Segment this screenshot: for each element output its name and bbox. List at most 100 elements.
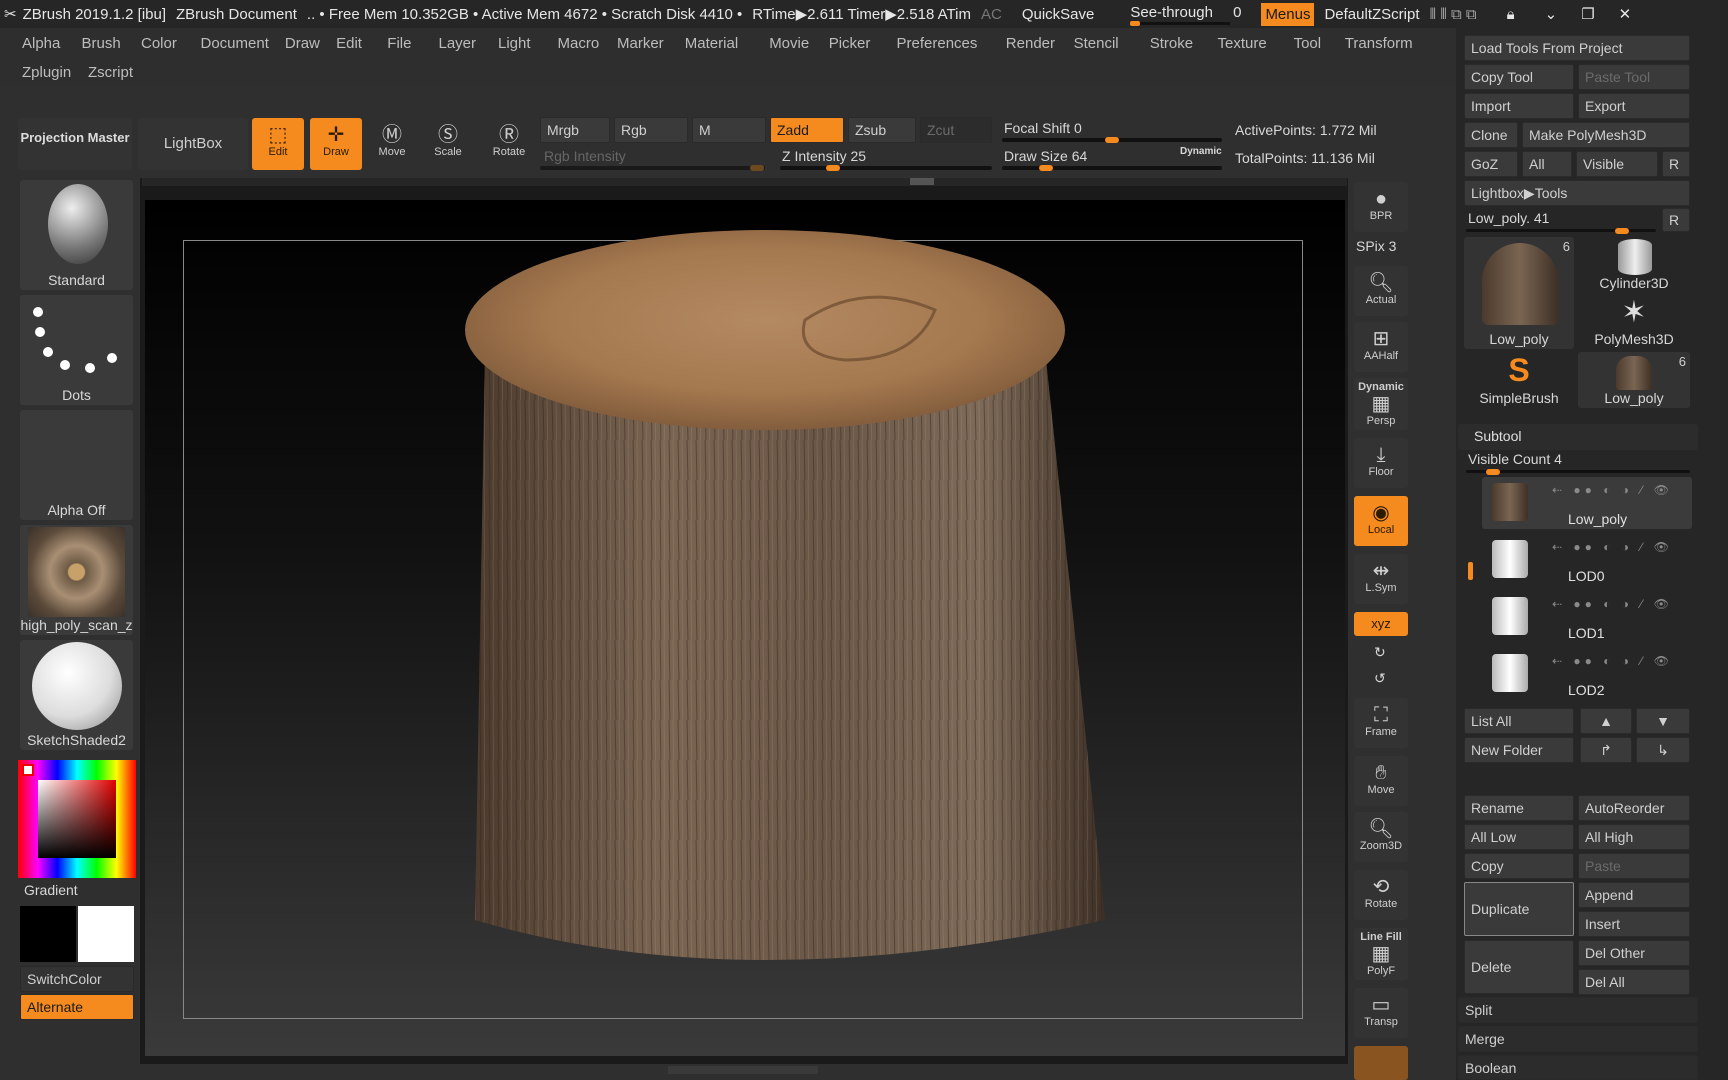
subtool-toggles-icon[interactable]: ⇠ ●● ◐ ◑ ⁄ 👁︎ [1552,654,1673,668]
merge-section[interactable]: Merge [1458,1026,1698,1052]
polyf-button[interactable]: Line Fill ▦ PolyF [1354,928,1408,980]
menu-item-preferences[interactable]: Preferences [897,35,978,52]
low-poly-r-button[interactable]: R [1662,208,1690,232]
layout-icon[interactable]: ⦀ ⦀ ⧉ ⧉ [1430,6,1477,23]
brush-thumbnail[interactable]: Standard [20,180,133,290]
menu-item-edit[interactable]: Edit [336,35,362,52]
menu-item-light[interactable]: Light [498,35,531,52]
import-button[interactable]: Import [1464,93,1574,119]
menu-item-color[interactable]: Color [141,35,177,52]
secondary-color-swatch[interactable] [78,906,134,962]
copy-subtool-button[interactable]: Copy [1464,853,1574,879]
menu-item-file[interactable]: File [387,35,411,52]
subtool-header[interactable]: Subtool [1458,424,1698,450]
autoreorder-button[interactable]: AutoReorder [1578,795,1690,821]
menu-item-stroke[interactable]: Stroke [1150,35,1193,52]
move-into-folder-icon[interactable]: ↱ [1580,737,1632,763]
menu-item-macro[interactable]: Macro [558,35,600,52]
visible-count-slider[interactable] [1466,469,1690,475]
transp-button[interactable]: ▭ Transp [1354,988,1408,1038]
split-section[interactable]: Split [1458,997,1698,1023]
primary-color-swatch[interactable] [20,906,76,962]
persp-button[interactable]: Dynamic ▦ Persp [1354,378,1408,430]
zadd-button[interactable]: Zadd [770,117,844,143]
subtool-item-lod0[interactable]: ⇠ ●● ◐ ◑ ⁄ 👁︎ LOD0 [1482,534,1692,586]
make-polymesh-button[interactable]: Make PolyMesh3D [1522,122,1690,148]
append-button[interactable]: Append [1578,882,1690,908]
focal-shift-handle[interactable] [1105,137,1119,143]
draw-button[interactable]: ✛ Draw [310,118,362,170]
load-tools-button[interactable]: Load Tools From Project [1464,35,1690,61]
lock-icon[interactable]: 🔒︎ [1507,6,1515,23]
edit-button[interactable]: ⬚ Edit [252,118,304,170]
rename-button[interactable]: Rename [1464,795,1574,821]
m-button[interactable]: M [692,117,766,143]
stroke-thumbnail[interactable]: Dots [20,295,133,405]
menu-item-stencil[interactable]: Stencil [1074,35,1119,52]
scale-mode-button[interactable]: Ⓢ Scale [424,118,472,170]
color-square[interactable] [38,780,116,858]
boolean-section[interactable]: Boolean [1458,1055,1698,1080]
tool-thumb-simplebrush[interactable]: S SimpleBrush [1464,352,1574,408]
goz-all-button[interactable]: All [1522,151,1572,177]
subtool-item-low-poly[interactable]: ⇠ ●● ◐ ◑ ⁄ 👁︎ Low_poly [1482,477,1692,529]
rgb-button[interactable]: Rgb [614,117,688,143]
bpr-button[interactable]: ● BPR [1354,182,1408,232]
rotate-mode-button[interactable]: Ⓡ Rotate [484,118,534,170]
frame-button[interactable]: ⛶ Frame [1354,698,1408,748]
actual-button[interactable]: 🔍︎ Actual [1354,266,1408,316]
menu-item-document[interactable]: Document [201,35,269,52]
lsym-button[interactable]: ⇹ L.Sym [1354,554,1408,604]
list-all-button[interactable]: List All [1464,708,1574,734]
menu-item-layer[interactable]: Layer [439,35,477,52]
visible-count-handle[interactable] [1485,469,1500,475]
tool-thumb-low-poly-2[interactable]: 6 Low_poly [1578,352,1690,408]
move-up-icon[interactable]: ▲ [1580,708,1632,734]
gradient-label[interactable]: Gradient [24,882,78,898]
subtool-item-lod1[interactable]: ⇠ ●● ◐ ◑ ⁄ 👁︎ LOD1 [1482,591,1692,643]
goz-visible-button[interactable]: Visible [1576,151,1658,177]
clone-button[interactable]: Clone [1464,122,1518,148]
move-mode-button[interactable]: Ⓜ Move [368,118,416,170]
rotate-y-icon[interactable]: ↻ [1374,644,1386,661]
menu-item-zplugin[interactable]: Zplugin [22,64,71,81]
zcut-button[interactable]: Zcut [920,117,992,143]
duplicate-button[interactable]: Duplicate [1464,882,1574,936]
local-button[interactable]: ◉ Local [1354,496,1408,546]
del-all-button[interactable]: Del All [1578,969,1690,995]
subtool-toggles-icon[interactable]: ⇠ ●● ◐ ◑ ⁄ 👁︎ [1552,597,1673,611]
move-out-folder-icon[interactable]: ↳ [1636,737,1690,763]
menu-item-picker[interactable]: Picker [829,35,871,52]
menu-item-brush[interactable]: Brush [82,35,121,52]
goz-r-button[interactable]: R [1662,151,1690,177]
alternate-button[interactable]: Alternate [20,994,134,1020]
viewport[interactable] [145,200,1345,1056]
xyz-button[interactable]: xyz [1354,612,1408,636]
alpha-thumbnail[interactable]: Alpha Off [20,410,133,520]
aahalf-button[interactable]: ⊞ AAHalf [1354,322,1408,372]
spix-label[interactable]: SPix 3 [1356,238,1396,254]
draw-size-handle[interactable] [1039,165,1053,171]
subtool-scroll-handle[interactable] [1468,562,1473,580]
menu-item-texture[interactable]: Texture [1218,35,1267,52]
floor-button[interactable]: ⤓ Floor [1354,438,1408,488]
goz-button[interactable]: GoZ [1464,151,1518,177]
tool-thumb-cylinder3d[interactable]: Cylinder3D [1578,237,1690,293]
default-zscript-button[interactable]: DefaultZScript [1324,6,1419,23]
delete-button[interactable]: Delete [1464,940,1574,994]
copy-tool-button[interactable]: Copy Tool [1464,64,1574,90]
rotate-view-button[interactable]: ⟲ Rotate [1354,870,1408,920]
subtool-toggles-icon[interactable]: ⇠ ●● ◐ ◑ ⁄ 👁︎ [1552,540,1673,554]
zsub-button[interactable]: Zsub [848,117,916,143]
texture-thumbnail[interactable]: high_poly_scan_z [20,525,133,635]
menu-item-tool[interactable]: Tool [1294,35,1322,52]
menu-item-marker[interactable]: Marker [617,35,664,52]
solo-button[interactable] [1354,1046,1408,1080]
new-folder-button[interactable]: New Folder [1464,737,1574,763]
see-through-slider[interactable]: See-through 0 [1130,4,1251,26]
menus-button[interactable]: Menus [1261,2,1315,26]
low-poly-handle[interactable] [1614,228,1629,234]
restore-icon[interactable]: ❐ [1581,5,1594,23]
lightbox-button[interactable]: LightBox [138,118,248,170]
paste-tool-button[interactable]: Paste Tool [1578,64,1690,90]
